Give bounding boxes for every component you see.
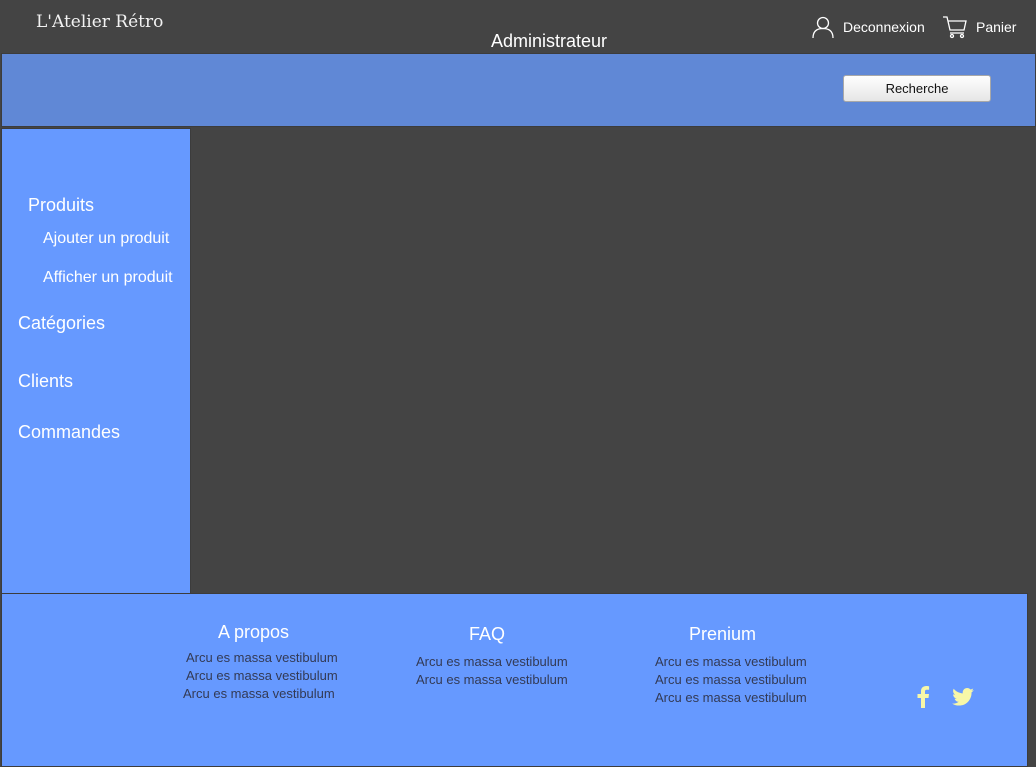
footer-apropos-link[interactable]: Arcu es massa vestibulum bbox=[186, 650, 338, 665]
sidebar-item-categories[interactable]: Catégories bbox=[18, 313, 105, 334]
search-button[interactable]: Recherche bbox=[843, 75, 991, 102]
footer-premium-link[interactable]: Arcu es massa vestibulum bbox=[655, 672, 807, 687]
sidebar-item-ajouter-produit[interactable]: Ajouter un produit bbox=[43, 230, 169, 248]
main-content bbox=[191, 128, 1036, 593]
sidebar-item-commandes[interactable]: Commandes bbox=[18, 422, 120, 443]
footer-premium-title: Prenium bbox=[689, 624, 757, 644]
sidebar-item-afficher-produit[interactable]: Afficher un produit bbox=[43, 269, 173, 287]
footer-faq-title: FAQ bbox=[469, 624, 506, 644]
cart-link[interactable]: Panier bbox=[942, 12, 1016, 42]
page-title: Administrateur bbox=[491, 31, 608, 51]
footer-apropos-link[interactable]: Arcu es massa vestibulum bbox=[186, 668, 338, 683]
footer-faq-link[interactable]: Arcu es massa vestibulum bbox=[416, 654, 568, 669]
footer-faq-link[interactable]: Arcu es massa vestibulum bbox=[416, 672, 568, 687]
site-logo[interactable]: L'Atelier Rétro bbox=[36, 12, 163, 32]
footer-premium-link[interactable]: Arcu es massa vestibulum bbox=[655, 690, 807, 705]
sidebar-item-clients[interactable]: Clients bbox=[18, 371, 73, 392]
cart-icon bbox=[942, 15, 968, 39]
footer-apropos-link[interactable]: Arcu es massa vestibulum bbox=[183, 686, 335, 701]
logout-link[interactable]: Deconnexion bbox=[811, 12, 925, 42]
user-icon bbox=[811, 15, 835, 39]
cart-label: Panier bbox=[976, 19, 1017, 35]
footer-apropos-title: A propos bbox=[218, 622, 290, 642]
logout-label: Deconnexion bbox=[843, 19, 925, 35]
twitter-icon[interactable] bbox=[952, 688, 974, 711]
footer-premium-link[interactable]: Arcu es massa vestibulum bbox=[655, 654, 807, 669]
facebook-icon[interactable] bbox=[916, 686, 930, 713]
admin-sidebar: Produits Ajouter un produit Afficher un … bbox=[1, 128, 191, 596]
sidebar-item-produits[interactable]: Produits bbox=[28, 195, 94, 216]
footer: A propos Arcu es massa vestibulum Arcu e… bbox=[1, 593, 1028, 767]
